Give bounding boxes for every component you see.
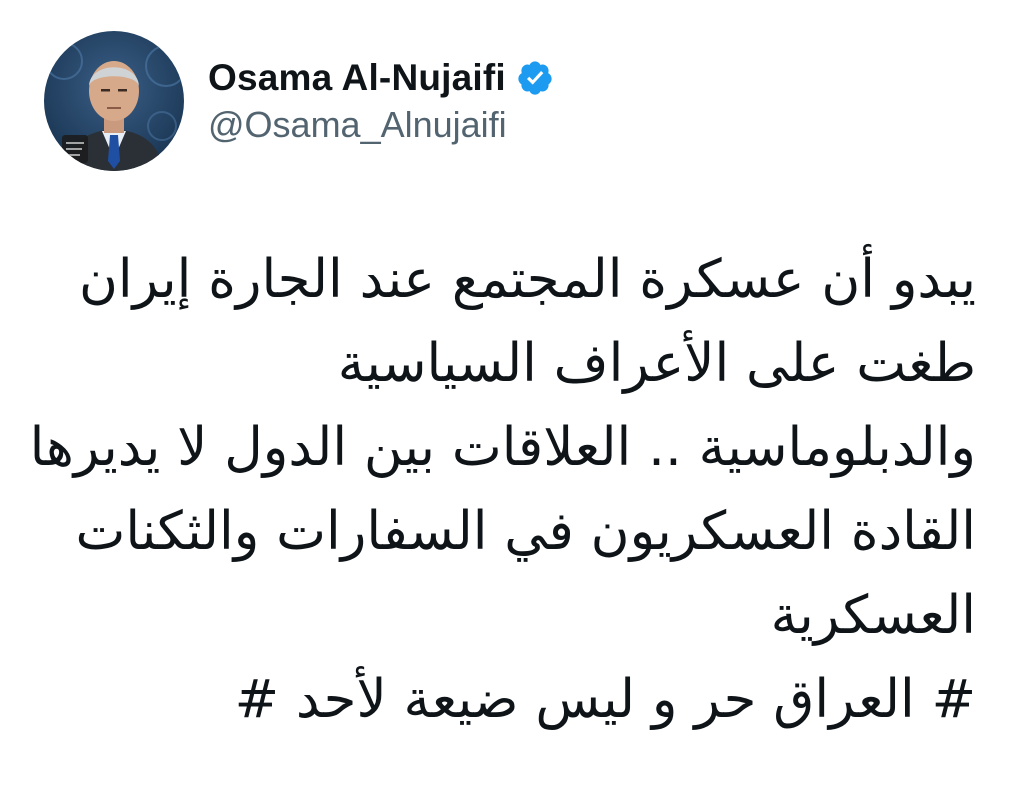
tweet-header: Osama Al-Nujaifi @Osama_Alnujaifi <box>44 30 554 172</box>
tweet-text-line: العسكرية <box>770 585 976 646</box>
author-handle[interactable]: @Osama_Alnujaifi <box>208 104 554 145</box>
tweet-text-line: والدبلوماسية .. العلاقات بين الدول لا يد… <box>29 417 976 478</box>
tweet-hashtag-line[interactable]: # العراق حر و ليس ضيعة لأحد # <box>36 658 976 742</box>
author-identity: Osama Al-Nujaifi @Osama_Alnujaifi <box>208 57 554 145</box>
tweet-text-line: طغت على الأعراف السياسية <box>337 333 976 394</box>
author-display-name[interactable]: Osama Al-Nujaifi <box>208 57 506 100</box>
avatar-image <box>44 31 184 171</box>
verified-badge-icon <box>516 59 554 97</box>
avatar[interactable] <box>44 31 184 171</box>
tweet-text-line: يبدو أن عسكرة المجتمع عند الجارة إيران <box>78 249 976 310</box>
tweet-card[interactable]: Osama Al-Nujaifi @Osama_Alnujaifi يبدو أ… <box>0 0 1024 809</box>
name-row: Osama Al-Nujaifi <box>208 57 554 100</box>
tweet-text-line: القادة العسكريون في السفارات والثكنات <box>75 501 976 562</box>
tweet-text: يبدو أن عسكرة المجتمع عند الجارة إيران ط… <box>29 238 976 742</box>
